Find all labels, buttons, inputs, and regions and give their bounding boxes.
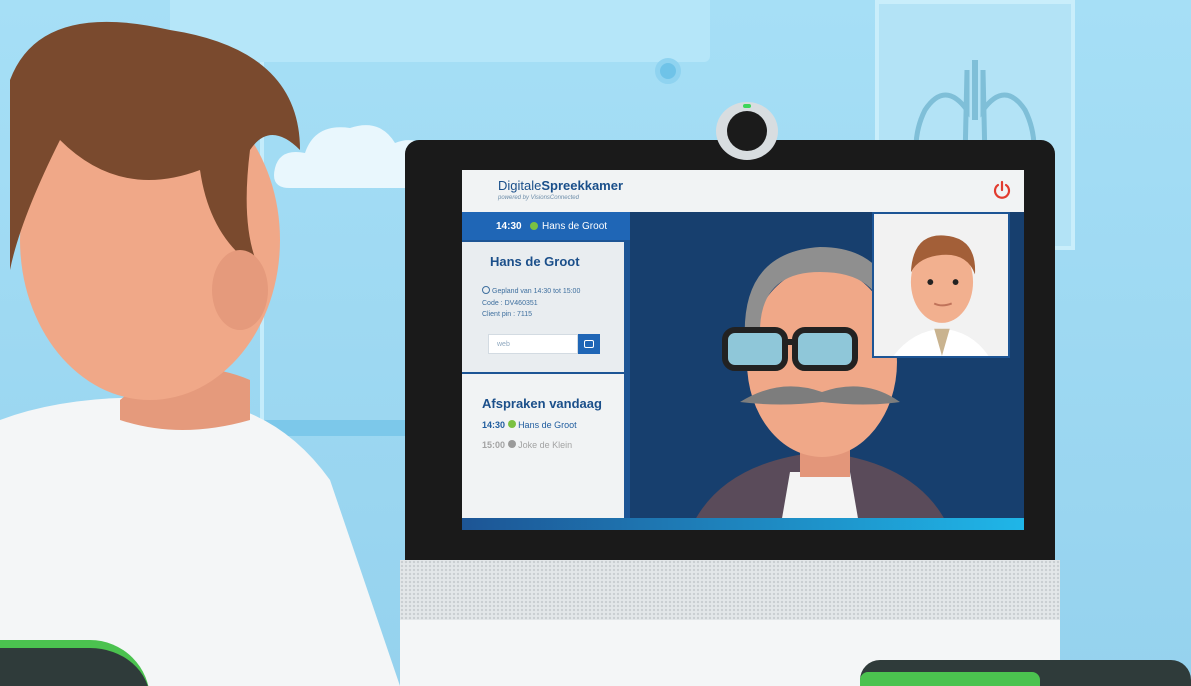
appointment-detail-card: Hans de Groot Gepland van 14:30 tot 15:0… xyxy=(462,242,624,372)
appointment-time: 15:00 xyxy=(482,440,506,450)
status-dot-icon xyxy=(507,420,516,428)
today-appointments-card: Afspraken vandaag 14:30 Hans de Groot 15… xyxy=(462,374,624,530)
brand-prefix: Digitale xyxy=(498,178,542,193)
start-video-button[interactable] xyxy=(578,334,600,354)
app-header: DigitaleSpreekkamer powered by VisionsCo… xyxy=(462,170,1024,212)
detail-title: Hans de Groot xyxy=(490,254,580,269)
power-icon[interactable] xyxy=(992,180,1012,200)
app-screen: DigitaleSpreekkamer powered by VisionsCo… xyxy=(462,170,1024,530)
video-icon xyxy=(584,340,594,348)
active-appointment-time: 14:30 xyxy=(496,221,522,232)
progress-bar xyxy=(462,518,1024,530)
today-title: Afspraken vandaag xyxy=(482,396,602,411)
brand-bold: Spreekkamer xyxy=(541,178,624,193)
code-text: Code : DV460351 xyxy=(482,300,538,307)
webcam-led xyxy=(743,104,751,108)
schedule-text: Gepland van 14:30 tot 15:00 xyxy=(492,288,581,295)
clock-icon xyxy=(482,286,490,294)
pin-text: Client pin : 7115 xyxy=(482,311,533,318)
status-dot-icon xyxy=(530,222,538,230)
active-appointment-tab[interactable]: 14:30 Hans de Groot xyxy=(462,212,630,240)
appointment-name: Joke de Klein xyxy=(518,440,573,450)
appointment-time: 14:30 xyxy=(482,420,506,430)
speaker-grille xyxy=(400,560,1060,620)
list-item[interactable]: 15:00 Joke de Klein xyxy=(482,440,572,450)
list-item[interactable]: 14:30 Hans de Groot xyxy=(482,420,577,430)
brand-logo: DigitaleSpreekkamer xyxy=(498,178,623,193)
appointment-name: Hans de Groot xyxy=(518,420,577,430)
web-input[interactable]: web xyxy=(488,334,578,354)
schedule-line: Gepland van 14:30 tot 15:00 xyxy=(482,286,580,295)
self-video-feed xyxy=(872,212,1010,358)
doctor-illustration xyxy=(0,21,400,686)
wall-knob xyxy=(655,58,681,84)
active-appointment-name: Hans de Groot xyxy=(542,221,608,232)
scene: DigitaleSpreekkamer powered by VisionsCo… xyxy=(0,0,1191,686)
desk-object-green xyxy=(860,672,1040,686)
brand-subtitle: powered by VisionsConnected xyxy=(498,195,579,201)
status-dot-icon xyxy=(507,440,516,448)
webcam-lens xyxy=(727,111,767,151)
sidebar: 14:30 Hans de Groot Hans de Groot Geplan… xyxy=(462,212,630,530)
webcam xyxy=(716,102,778,160)
